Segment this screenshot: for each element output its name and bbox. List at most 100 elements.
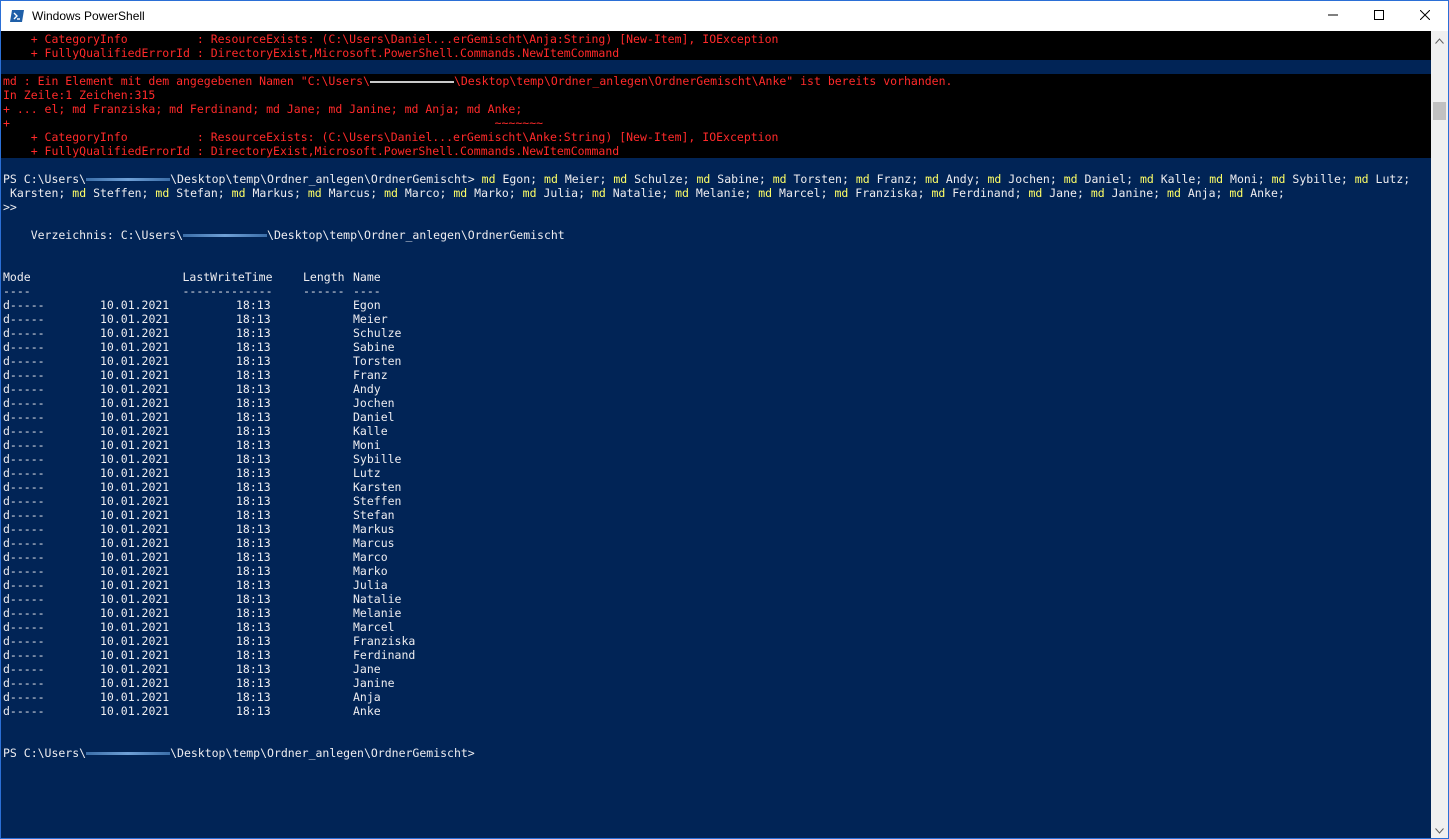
name-cell: Stefan: [353, 508, 395, 522]
error-message-line: md : Ein Element mit dem angegebenen Nam…: [3, 74, 952, 88]
name-cell: Moni: [353, 438, 381, 452]
length-cell: [303, 704, 353, 718]
time-cell: 18:13: [236, 494, 271, 508]
mode-cell: d-----: [3, 634, 45, 648]
length-cell: [303, 382, 353, 396]
length-cell: [303, 536, 353, 550]
md-keyword: md: [758, 186, 773, 200]
time-cell: 18:13: [236, 606, 271, 620]
folder-name-arg: Markus: [252, 186, 294, 200]
redacted-username: [86, 178, 171, 181]
listing-row: d----- 10.01.2021 18:13 Janine: [3, 676, 415, 690]
md-keyword: md: [1063, 172, 1078, 186]
date-cell: 10.01.2021: [100, 340, 170, 354]
folder-name-arg: Melanie: [695, 186, 745, 200]
date-cell: 10.01.2021: [100, 312, 170, 326]
time-cell: 18:13: [236, 676, 271, 690]
date-cell: 10.01.2021: [100, 480, 170, 494]
mode-cell: d-----: [3, 690, 45, 704]
console-output[interactable]: + CategoryInfo : ResourceExists: (C:\Use…: [1, 31, 1431, 838]
mode-cell: d-----: [3, 550, 45, 564]
folder-name-arg: Lutz: [1375, 172, 1404, 186]
time-cell: 18:13: [236, 536, 271, 550]
length-cell: [303, 634, 353, 648]
error-fqid-line: + FullyQualifiedErrorId : DirectoryExist…: [3, 144, 620, 158]
length-cell: [303, 550, 353, 564]
md-keyword: md: [925, 172, 939, 186]
error-position-line: In Zeile:1 Zeichen:315: [3, 88, 156, 102]
directory-listing: Mode LastWriteTime Length Name ---- ----…: [3, 270, 415, 718]
length-cell: [303, 494, 353, 508]
listing-row: d----- 10.01.2021 18:13 Jane: [3, 662, 415, 676]
name-cell: Markus: [353, 522, 395, 536]
error-context-line: + ... el; md Franziska; md Ferdinand; md…: [3, 102, 523, 116]
name-cell: Ferdinand: [353, 648, 416, 662]
length-cell: [303, 676, 353, 690]
md-keyword: md: [384, 186, 398, 200]
error-category-line: + CategoryInfo : ResourceExists: (C:\Use…: [3, 130, 779, 144]
listing-row: d----- 10.01.2021 18:13 Stefan: [3, 508, 415, 522]
md-keyword: md: [307, 186, 322, 200]
length-cell: [303, 326, 353, 340]
folder-name-arg: Marcel: [779, 186, 821, 200]
redacted-username: [369, 80, 454, 83]
time-cell: 18:13: [236, 424, 271, 438]
date-cell: 10.01.2021: [100, 410, 170, 424]
time-cell: 18:13: [236, 312, 271, 326]
maximize-button[interactable]: [1356, 1, 1402, 31]
minimize-button[interactable]: [1310, 1, 1356, 31]
folder-name-arg: Marko: [474, 186, 509, 200]
name-cell: Andy: [353, 382, 381, 396]
folder-name-arg: Franziska: [855, 186, 918, 200]
final-prompt[interactable]: PS C:\Users\ \Desktop\temp\Ordner_anlegen…: [3, 746, 475, 760]
time-cell: 18:13: [236, 466, 271, 480]
header-lastwritetime: LastWriteTime: [182, 270, 273, 284]
mode-cell: d-----: [3, 438, 45, 452]
listing-row: d----- 10.01.2021 18:13 Sabine: [3, 340, 415, 354]
maximize-icon: [1374, 9, 1384, 23]
folder-name-arg: Jane: [1049, 186, 1077, 200]
underline-mode: ----: [3, 284, 31, 298]
scroll-down-button[interactable]: [1431, 821, 1448, 838]
listing-row: d----- 10.01.2021 18:13 Karsten: [3, 480, 415, 494]
listing-row: d----- 10.01.2021 18:13 Kalle: [3, 424, 415, 438]
scroll-thumb[interactable]: [1433, 102, 1446, 120]
mode-cell: d-----: [3, 508, 45, 522]
mode-cell: d-----: [3, 382, 45, 396]
listing-row: d----- 10.01.2021 18:13 Markus: [3, 522, 415, 536]
mode-cell: d-----: [3, 410, 45, 424]
error-message-prefix: md : Ein Element mit dem angegebenen Nam…: [3, 74, 370, 88]
folder-name-arg: Daniel: [1084, 172, 1127, 186]
mode-cell: d-----: [3, 340, 45, 354]
title-bar[interactable]: Windows PowerShell: [1, 1, 1448, 31]
folder-name-arg: Meier: [564, 172, 600, 186]
scroll-up-button[interactable]: [1431, 31, 1448, 48]
mode-cell: d-----: [3, 704, 45, 718]
mode-cell: d-----: [3, 606, 45, 620]
date-cell: 10.01.2021: [100, 326, 170, 340]
date-cell: 10.01.2021: [100, 396, 170, 410]
time-cell: 18:13: [236, 480, 271, 494]
length-cell: [303, 354, 353, 368]
underline-lastwritetime: -------------: [182, 284, 273, 298]
listing-header-row: Mode LastWriteTime Length Name: [3, 270, 415, 284]
error-category-line: + CategoryInfo : ResourceExists: (C:\Use…: [3, 32, 779, 46]
vertical-scrollbar[interactable]: [1431, 31, 1448, 838]
continuation-prompt: >>: [3, 200, 17, 214]
header-length: Length: [303, 270, 345, 284]
time-cell: 18:13: [236, 662, 271, 676]
md-keyword: md: [834, 186, 849, 200]
length-cell: [303, 564, 353, 578]
listing-row: d----- 10.01.2021 18:13 Franz: [3, 368, 415, 382]
md-keyword: md: [675, 186, 689, 200]
name-cell: Anja: [353, 690, 381, 704]
header-mode: Mode: [3, 270, 31, 284]
folder-name-arg: Schulze: [634, 172, 683, 186]
close-button[interactable]: [1402, 1, 1448, 31]
mode-cell: d-----: [3, 452, 45, 466]
listing-row: d----- 10.01.2021 18:13 Daniel: [3, 410, 415, 424]
mode-cell: d-----: [3, 564, 45, 578]
listing-row: d----- 10.01.2021 18:13 Marco: [3, 550, 415, 564]
name-cell: Jane: [353, 662, 381, 676]
name-cell: Lutz: [353, 466, 381, 480]
